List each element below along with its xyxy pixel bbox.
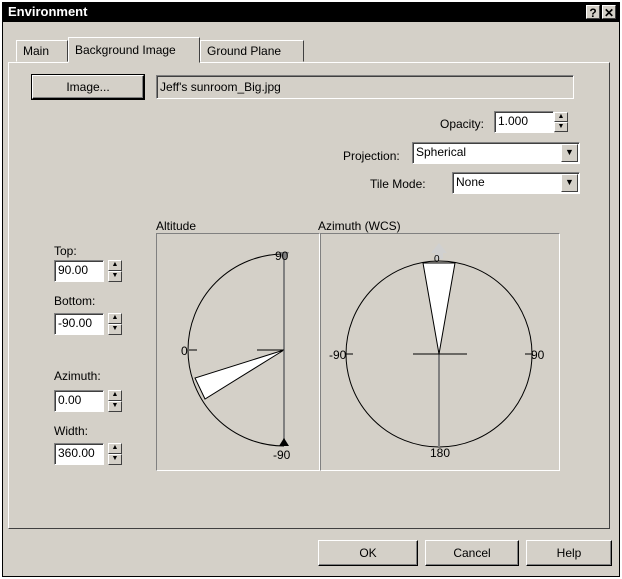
top-label: Top: [54, 244, 77, 258]
altitude-bottom-handle[interactable] [279, 438, 289, 446]
image-filename-field: Jeff's sunroom_Big.jpg [156, 75, 574, 99]
tab-background-image[interactable]: Background Image [68, 37, 200, 63]
window-title: Environment [8, 4, 88, 19]
azimuth-spinner[interactable]: ▲ ▼ [108, 390, 122, 412]
opacity-input[interactable]: 1.000 [494, 111, 554, 133]
help-button[interactable]: Help [526, 540, 612, 566]
projection-select[interactable]: Spherical [412, 142, 580, 164]
close-button[interactable]: ✕ [602, 5, 616, 20]
azimuth-top-handle[interactable] [431, 243, 447, 253]
tab-ground-plane[interactable]: Ground Plane [200, 40, 304, 62]
width-spinner[interactable]: ▲ ▼ [108, 443, 122, 465]
help-titlebar-button[interactable]: ? [586, 5, 600, 20]
image-button[interactable]: Image... [31, 74, 145, 100]
projection-label: Projection: [343, 149, 400, 163]
altitude-top-label: 90 [275, 249, 289, 263]
tile-mode-label: Tile Mode: [370, 177, 426, 191]
bottom-spinner[interactable]: ▲ ▼ [108, 313, 122, 335]
altitude-range-wedge [194, 349, 285, 400]
azimuth-top-label: 0 [434, 254, 440, 265]
azimuth-graph[interactable]: 0 -90 90 180 [320, 233, 560, 471]
width-label: Width: [54, 424, 89, 438]
altitude-title: Altitude [156, 219, 197, 233]
cancel-button[interactable]: Cancel [425, 540, 519, 566]
altitude-graph[interactable]: 90 0 -90 [156, 233, 320, 471]
altitude-bottom-label: -90 [273, 448, 291, 462]
top-input[interactable]: 90.00 [54, 260, 104, 282]
altitude-mid-label: 0 [181, 344, 188, 358]
width-input[interactable]: 360.00 [54, 443, 104, 465]
azimuth-left-label: -90 [329, 348, 347, 362]
bottom-label: Bottom: [54, 294, 96, 308]
azimuth-bottom-label: 180 [430, 446, 450, 460]
azimuth-range-wedge [422, 262, 456, 355]
azimuth-input[interactable]: 0.00 [54, 390, 104, 412]
title-bar[interactable]: Environment ? ✕ [2, 2, 620, 22]
altitude-graph-svg: 90 0 -90 [181, 249, 291, 462]
tab-main[interactable]: Main [16, 40, 68, 62]
azimuth-right-label: 90 [531, 348, 545, 362]
opacity-spinner[interactable]: ▲ ▼ [554, 112, 568, 132]
tile-mode-dropdown-arrow[interactable]: ▼ [561, 174, 578, 192]
top-spinner[interactable]: ▲ ▼ [108, 260, 122, 282]
ok-button[interactable]: OK [318, 540, 418, 566]
opacity-label: Opacity: [440, 117, 485, 131]
azimuth-label: Azimuth: [54, 369, 101, 383]
bottom-input[interactable]: -90.00 [54, 313, 104, 335]
projection-dropdown-arrow[interactable]: ▼ [561, 144, 578, 162]
azimuth-graph-svg: 0 -90 90 180 [329, 243, 545, 460]
azimuth-graph-title: Azimuth (WCS) [318, 219, 401, 233]
